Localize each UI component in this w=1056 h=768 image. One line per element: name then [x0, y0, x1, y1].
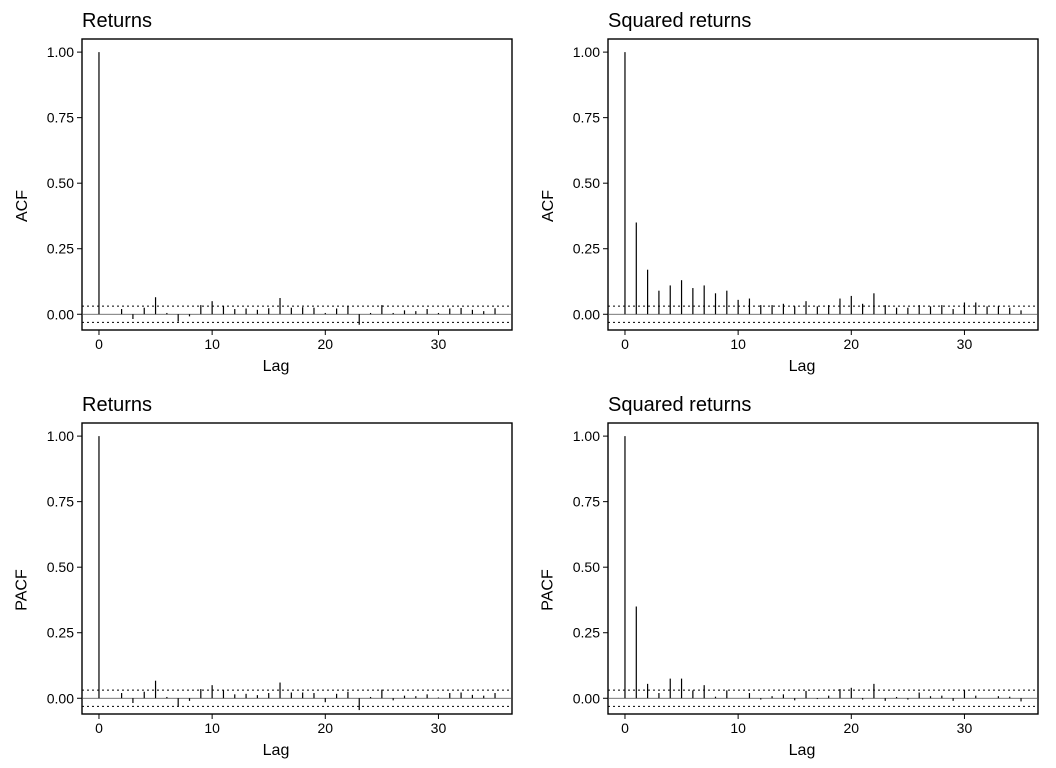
svg-text:20: 20 — [844, 336, 860, 352]
panel-title: Squared returns — [608, 394, 1044, 417]
plot-row: ACF 0.00 0.25 0.50 0.75 1.00 0 10 20 30 Lag — [12, 35, 518, 376]
svg-text:30: 30 — [431, 720, 447, 736]
svg-text:0.00: 0.00 — [47, 306, 74, 322]
y-axis-title-wrap: ACF — [538, 35, 560, 376]
x-axis-title: Lag — [560, 358, 1044, 376]
plot-col: 0.00 0.25 0.50 0.75 1.00 0 10 20 30 Lag — [34, 35, 518, 376]
svg-text:0.75: 0.75 — [47, 494, 74, 510]
svg-text:0.00: 0.00 — [573, 690, 600, 706]
plot-col: 0.00 0.25 0.50 0.75 1.00 0 10 20 30 Lag — [560, 35, 1044, 376]
svg-text:0.00: 0.00 — [573, 306, 600, 322]
svg-text:10: 10 — [204, 336, 220, 352]
svg-text:0.50: 0.50 — [47, 559, 74, 575]
panel-grid: Returns ACF 0.00 0.25 0.50 0.75 1.00 0 10 20 30 … — [12, 10, 1044, 760]
svg-text:10: 10 — [730, 720, 746, 736]
panel-pacf-returns: Returns PACF 0.00 0.25 0.50 0.75 1.00 0 10 20 30… — [12, 394, 518, 760]
svg-text:1.00: 1.00 — [47, 428, 74, 444]
svg-text:0.00: 0.00 — [47, 690, 74, 706]
y-axis-title: ACF — [14, 190, 32, 222]
svg-text:20: 20 — [318, 336, 334, 352]
svg-text:0.50: 0.50 — [573, 559, 600, 575]
svg-text:10: 10 — [204, 720, 220, 736]
y-axis-title: PACF — [14, 569, 32, 610]
plot-col: 0.00 0.25 0.50 0.75 1.00 0 10 20 30 Lag — [560, 419, 1044, 760]
plot-row: ACF 0.00 0.25 0.50 0.75 1.00 0 10 20 30 Lag — [538, 35, 1044, 376]
svg-text:0.50: 0.50 — [47, 175, 74, 191]
svg-text:30: 30 — [957, 336, 973, 352]
panel-title: Returns — [82, 10, 518, 33]
svg-text:0: 0 — [621, 336, 629, 352]
svg-text:0.25: 0.25 — [47, 241, 74, 257]
svg-text:0.50: 0.50 — [573, 175, 600, 191]
y-axis-title-wrap: PACF — [538, 419, 560, 760]
svg-text:30: 30 — [431, 336, 447, 352]
svg-text:30: 30 — [957, 720, 973, 736]
svg-text:1.00: 1.00 — [573, 428, 600, 444]
y-axis-title: ACF — [540, 190, 558, 222]
svg-text:1.00: 1.00 — [47, 44, 74, 60]
y-axis-title-wrap: ACF — [12, 35, 34, 376]
plot-col: 0.00 0.25 0.50 0.75 1.00 0 10 20 30 Lag — [34, 419, 518, 760]
chart-svg: 0.00 0.25 0.50 0.75 1.00 0 10 20 30 — [560, 419, 1044, 740]
svg-text:0.75: 0.75 — [47, 110, 74, 126]
svg-text:0.75: 0.75 — [573, 494, 600, 510]
chart-svg: 0.00 0.25 0.50 0.75 1.00 0 10 20 30 — [34, 35, 518, 356]
svg-text:0.25: 0.25 — [573, 241, 600, 257]
svg-text:0.25: 0.25 — [47, 625, 74, 641]
svg-text:1.00: 1.00 — [573, 44, 600, 60]
panel-acf-squared-returns: Squared returns ACF 0.00 0.25 0.50 0.75 1.00… — [538, 10, 1044, 376]
svg-text:10: 10 — [730, 336, 746, 352]
x-axis-title: Lag — [560, 742, 1044, 760]
y-axis-title: PACF — [540, 569, 558, 610]
chart-grid-page: Returns ACF 0.00 0.25 0.50 0.75 1.00 0 10 20 30 … — [0, 0, 1056, 768]
y-axis-title-wrap: PACF — [12, 419, 34, 760]
svg-text:0: 0 — [621, 720, 629, 736]
svg-text:20: 20 — [844, 720, 860, 736]
chart-svg: 0.00 0.25 0.50 0.75 1.00 0 10 20 30 — [560, 35, 1044, 356]
panel-pacf-squared-returns: Squared returns PACF 0.00 0.25 0.50 0.75 1.0… — [538, 394, 1044, 760]
x-axis-title: Lag — [34, 742, 518, 760]
chart-svg: 0.00 0.25 0.50 0.75 1.00 0 10 20 30 — [34, 419, 518, 740]
plot-row: PACF 0.00 0.25 0.50 0.75 1.00 0 10 20 30 Lag — [12, 419, 518, 760]
panel-acf-returns: Returns ACF 0.00 0.25 0.50 0.75 1.00 0 10 20 30 … — [12, 10, 518, 376]
plot-row: PACF 0.00 0.25 0.50 0.75 1.00 0 10 20 30 Lag — [538, 419, 1044, 760]
svg-text:0.75: 0.75 — [573, 110, 600, 126]
svg-text:0: 0 — [95, 720, 103, 736]
panel-title: Returns — [82, 394, 518, 417]
svg-text:0: 0 — [95, 336, 103, 352]
svg-text:20: 20 — [318, 720, 334, 736]
svg-text:0.25: 0.25 — [573, 625, 600, 641]
panel-title: Squared returns — [608, 10, 1044, 33]
x-axis-title: Lag — [34, 358, 518, 376]
